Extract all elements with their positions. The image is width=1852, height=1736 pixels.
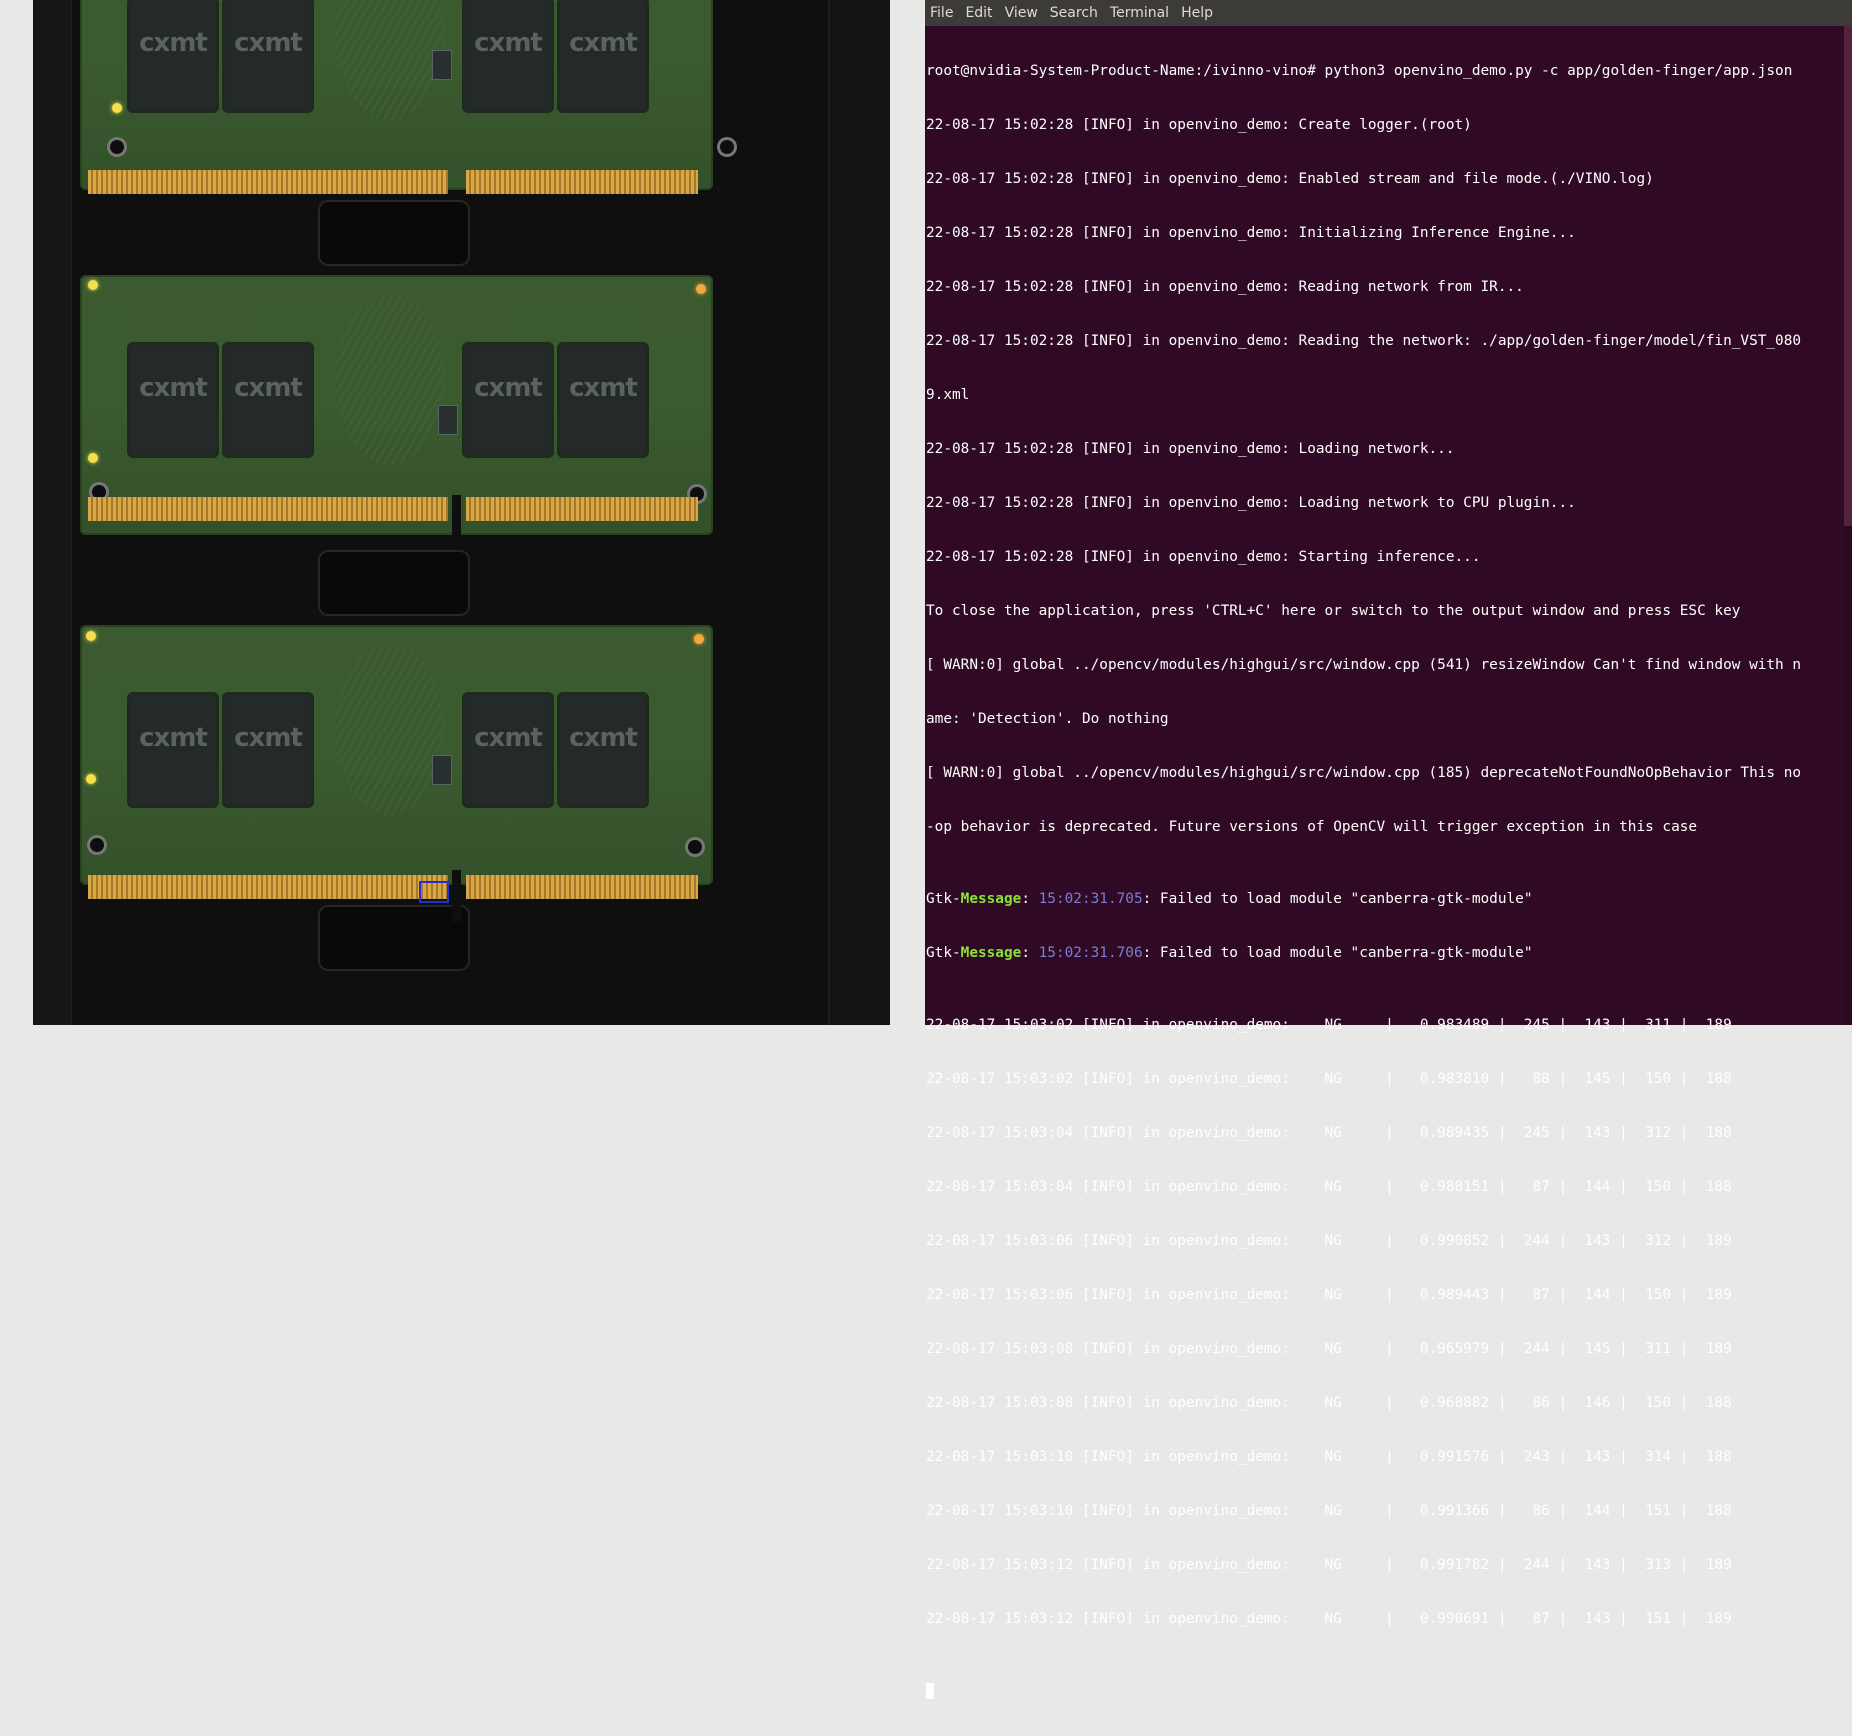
memory-chip: cxmt [225, 345, 311, 455]
terminal-line: [ WARN:0] global ../opencv/modules/highg… [926, 657, 1802, 673]
terminal-line: -op behavior is deprecated. Future versi… [926, 819, 1698, 835]
result-line: 22-08-17 15:03:02 [INFO] in openvino_dem… [926, 1017, 1732, 1033]
gold-finger-contacts [88, 497, 448, 521]
led-indicator [88, 453, 98, 463]
led-indicator [112, 103, 122, 113]
terminal-line: 22-08-17 15:02:28 [INFO] in openvino_dem… [926, 279, 1524, 295]
menu-view[interactable]: View [999, 0, 1044, 26]
gtk-message-line: Gtk-Message: 15:02:31.705: Failed to loa… [926, 891, 1533, 907]
memory-chip: cxmt [130, 345, 216, 455]
result-line: 22-08-17 15:03:12 [INFO] in openvino_dem… [926, 1557, 1732, 1573]
terminal-line: 22-08-17 15:02:28 [INFO] in openvino_dem… [926, 441, 1455, 457]
result-line: 22-08-17 15:03:02 [INFO] in openvino_dem… [926, 1071, 1732, 1087]
mount-hole [688, 840, 702, 854]
memory-chip: cxmt [130, 695, 216, 805]
terminal-scrollbar-thumb[interactable] [1844, 26, 1852, 526]
gold-finger-contacts [466, 875, 698, 899]
small-component [432, 755, 452, 785]
mount-hole [110, 140, 124, 154]
defect-bounding-box [419, 881, 449, 903]
gold-finger-contacts [88, 875, 448, 899]
terminal-line: 22-08-17 15:02:28 [INFO] in openvino_dem… [926, 225, 1576, 241]
gold-finger-contacts [88, 170, 448, 194]
memory-chip: cxmt [225, 0, 311, 110]
led-indicator [86, 631, 96, 641]
led-indicator [696, 284, 706, 294]
menu-file[interactable]: File [925, 0, 959, 26]
ram-module-3: cxmt cxmt cxmt cxmt [80, 625, 713, 922]
mount-hole [90, 838, 104, 852]
module-notch [452, 495, 461, 547]
menu-help[interactable]: Help [1175, 0, 1219, 26]
terminal-window[interactable]: File Edit View Search Terminal Help root… [925, 0, 1852, 1699]
result-line: 22-08-17 15:03:10 [INFO] in openvino_dem… [926, 1449, 1732, 1465]
result-line: 22-08-17 15:03:04 [INFO] in openvino_dem… [926, 1125, 1732, 1141]
detection-image-view: cxmt cxmt cxmt cxmt cxmt cxmt cxmt cxmt … [33, 0, 890, 1025]
result-line: 22-08-17 15:03:08 [INFO] in openvino_dem… [926, 1395, 1732, 1411]
module-notch [452, 870, 461, 922]
small-component [438, 405, 458, 435]
mount-hole [720, 140, 734, 154]
result-line: 22-08-17 15:03:08 [INFO] in openvino_dem… [926, 1341, 1732, 1357]
memory-chip: cxmt [560, 345, 646, 455]
memory-chip: cxmt [225, 695, 311, 805]
result-line: 22-08-17 15:03:10 [INFO] in openvino_dem… [926, 1503, 1732, 1519]
tray-slot [318, 550, 470, 616]
small-component [432, 50, 452, 80]
prompt-line[interactable] [926, 1682, 1838, 1700]
terminal-line: 22-08-17 15:02:28 [INFO] in openvino_dem… [926, 495, 1576, 511]
menu-terminal[interactable]: Terminal [1104, 0, 1175, 26]
terminal-line: 9.xml [926, 387, 970, 403]
tray-left-rail [33, 0, 72, 1025]
terminal-line: [ WARN:0] global ../opencv/modules/highg… [926, 765, 1802, 781]
pcb-traces [335, 295, 445, 465]
terminal-output[interactable]: root@nvidia-System-Product-Name:/ivinno-… [926, 26, 1838, 1736]
tray-slot [318, 200, 470, 266]
terminal-line: 22-08-17 15:02:28 [INFO] in openvino_dem… [926, 117, 1472, 133]
ram-module-1: cxmt cxmt cxmt cxmt [80, 0, 734, 202]
terminal-line: 22-08-17 15:02:28 [INFO] in openvino_dem… [926, 549, 1481, 565]
gold-finger-contacts [466, 497, 698, 521]
memory-chip: cxmt [465, 695, 551, 805]
memory-chip: cxmt [560, 0, 646, 110]
text-cursor [926, 1683, 934, 1699]
terminal-line: ame: 'Detection'. Do nothing [926, 711, 1169, 727]
terminal-line: root@nvidia-System-Product-Name:/ivinno-… [926, 63, 1793, 79]
result-line: 22-08-17 15:03:04 [INFO] in openvino_dem… [926, 1179, 1732, 1195]
terminal-menubar: File Edit View Search Terminal Help [925, 0, 1852, 26]
gold-finger-contacts [466, 170, 698, 194]
terminal-line: 22-08-17 15:02:28 [INFO] in openvino_dem… [926, 333, 1802, 349]
led-indicator [88, 280, 98, 290]
memory-chip: cxmt [130, 0, 216, 110]
terminal-line: To close the application, press 'CTRL+C'… [926, 603, 1741, 619]
ram-module-2: cxmt cxmt cxmt cxmt [80, 275, 713, 547]
memory-chip: cxmt [560, 695, 646, 805]
led-indicator [86, 774, 96, 784]
tray-right-rail [828, 0, 890, 1025]
menu-edit[interactable]: Edit [959, 0, 998, 26]
result-line: 22-08-17 15:03:12 [INFO] in openvino_dem… [926, 1611, 1732, 1627]
led-indicator [694, 634, 704, 644]
terminal-line: 22-08-17 15:02:28 [INFO] in openvino_dem… [926, 171, 1654, 187]
gtk-message-line: Gtk-Message: 15:02:31.706: Failed to loa… [926, 945, 1533, 961]
menu-search[interactable]: Search [1044, 0, 1104, 26]
tray-slot [318, 905, 470, 971]
result-line: 22-08-17 15:03:06 [INFO] in openvino_dem… [926, 1287, 1732, 1303]
result-line: 22-08-17 15:03:06 [INFO] in openvino_dem… [926, 1233, 1732, 1249]
memory-chip: cxmt [465, 345, 551, 455]
pcb-traces [335, 645, 445, 815]
memory-chip: cxmt [465, 0, 551, 110]
